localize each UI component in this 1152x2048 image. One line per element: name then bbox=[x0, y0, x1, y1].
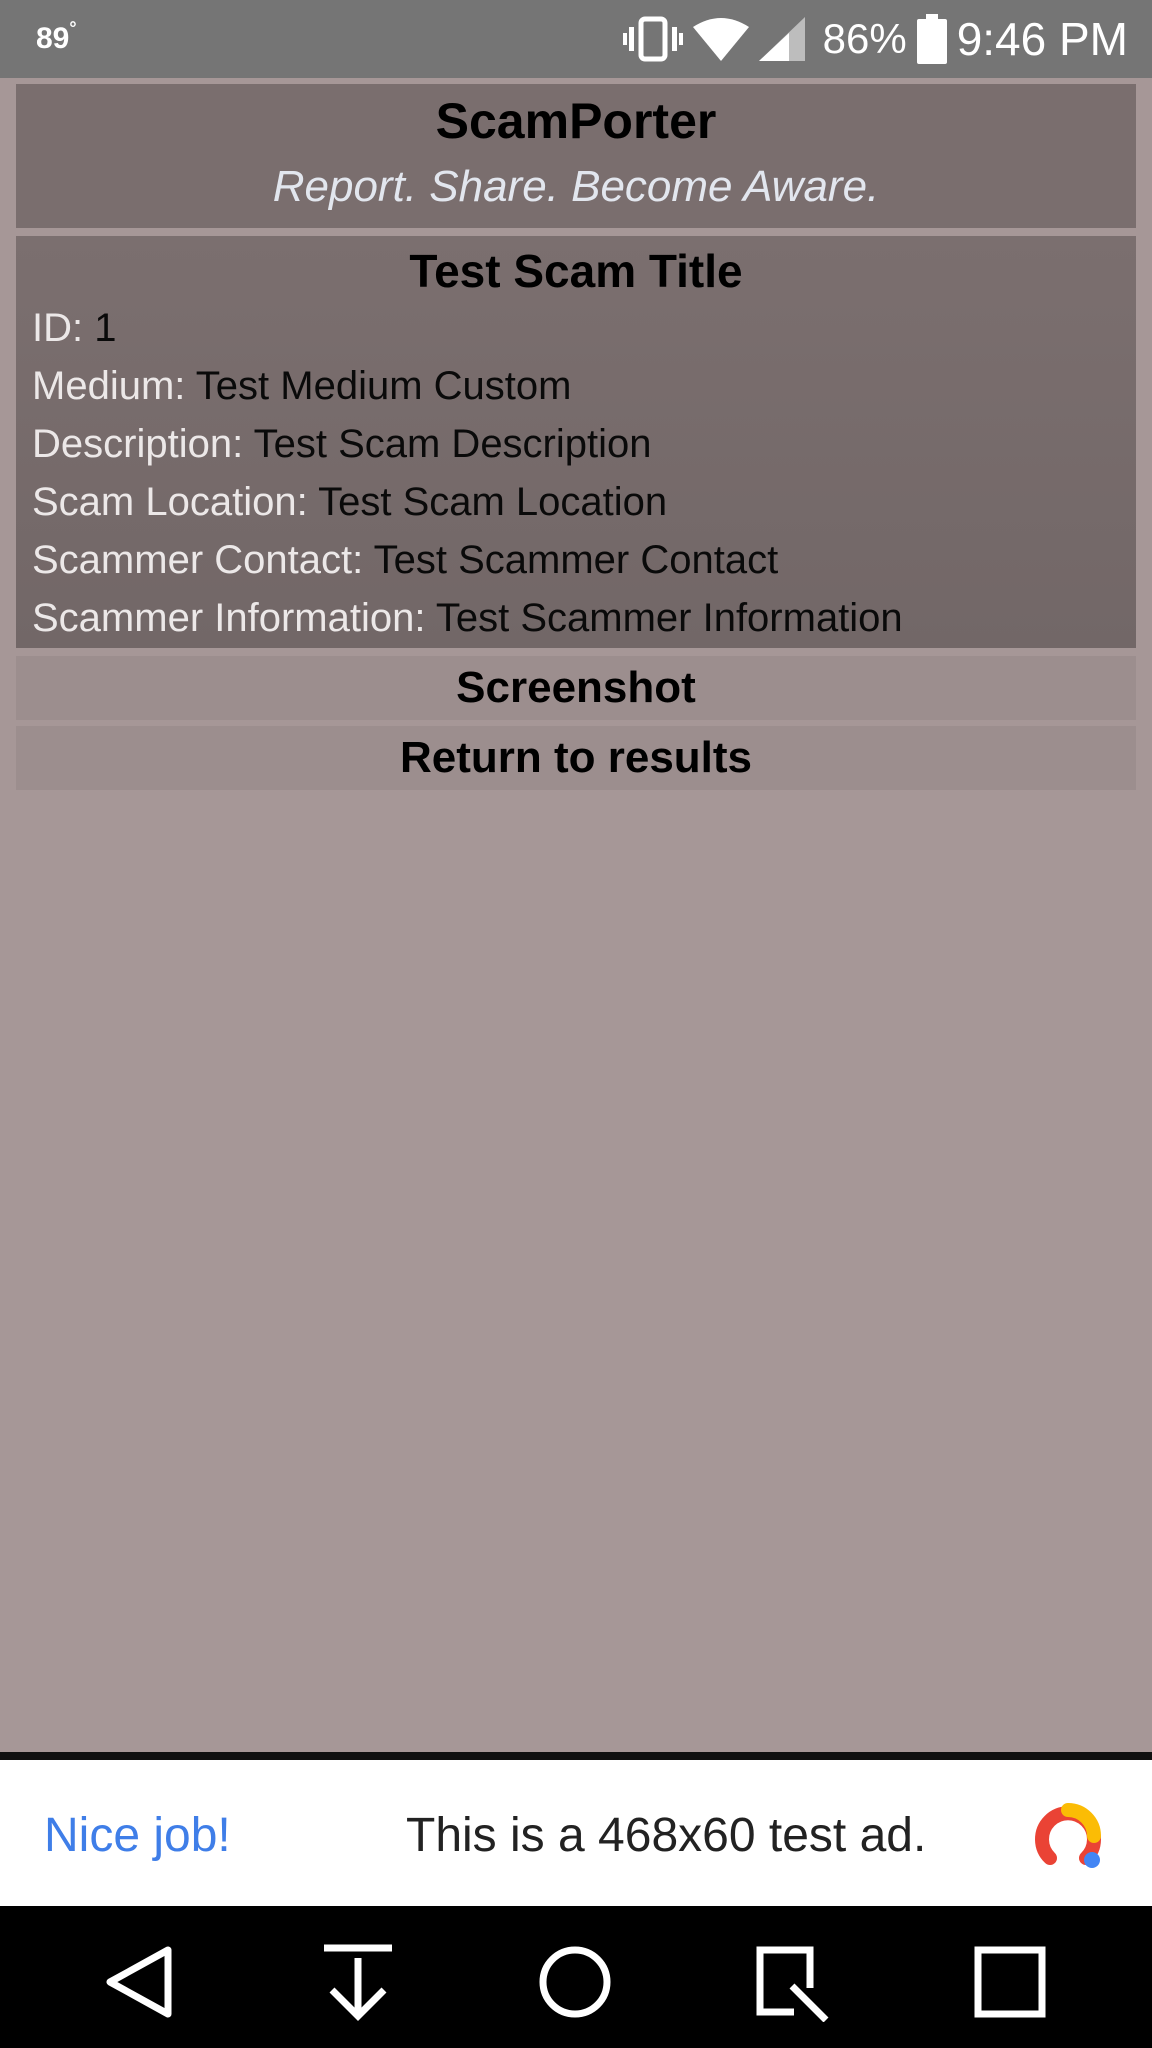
ad-banner[interactable]: Nice job! This is a 468x60 test ad. bbox=[0, 1760, 1152, 1906]
temperature-unit: ° bbox=[69, 18, 77, 38]
back-icon[interactable] bbox=[102, 1942, 182, 2022]
navigation-bar bbox=[0, 1906, 1152, 2048]
detail-label: Description: bbox=[32, 422, 244, 466]
detail-row-location: Scam Location: Test Scam Location bbox=[32, 480, 667, 525]
detail-label: ID: bbox=[32, 306, 84, 350]
detail-value: Test Scam Location bbox=[318, 480, 668, 524]
scam-details-panel: Test Scam Title ID: 1 Medium: Test Mediu… bbox=[16, 236, 1136, 648]
temperature-value: 89 bbox=[36, 22, 70, 55]
detail-value: Test Scam Description bbox=[253, 422, 652, 466]
detail-row-contact: Scammer Contact: Test Scammer Contact bbox=[32, 538, 778, 583]
scam-title: Test Scam Title bbox=[409, 245, 743, 297]
detail-label: Scammer Information: bbox=[32, 596, 426, 640]
battery-percent: 86% bbox=[822, 15, 907, 62]
detail-value: Test Scammer Contact bbox=[373, 538, 779, 582]
ad-text[interactable]: This is a 468x60 test ad. bbox=[406, 1808, 926, 1863]
detail-value: 1 bbox=[94, 306, 117, 350]
download-icon[interactable] bbox=[318, 1942, 398, 2022]
detail-row-medium: Medium: Test Medium Custom bbox=[32, 364, 571, 409]
status-bar: 89° 86% 9:46 PM bbox=[0, 0, 1152, 78]
detail-row-information: Scammer Information: Test Scammer Inform… bbox=[32, 596, 903, 641]
detail-row-id: ID: 1 bbox=[32, 306, 117, 351]
ad-nice-text[interactable]: Nice job! bbox=[44, 1808, 231, 1863]
status-clock: 9:46 PM bbox=[956, 13, 1128, 65]
ad-divider bbox=[0, 1752, 1152, 1760]
cell-signal-icon bbox=[758, 17, 805, 61]
return-to-results-button[interactable]: Return to results bbox=[16, 726, 1136, 790]
home-icon[interactable] bbox=[535, 1942, 615, 2022]
app-title: ScamPorter bbox=[435, 93, 717, 149]
detail-row-description: Description: Test Scam Description bbox=[32, 422, 652, 467]
search-icon[interactable] bbox=[752, 1942, 832, 2023]
status-icons: 86% 9:46 PM bbox=[622, 0, 1128, 78]
detail-label: Scam Location: bbox=[32, 480, 308, 524]
vibrate-icon bbox=[622, 15, 683, 63]
detail-value: Test Medium Custom bbox=[195, 364, 572, 408]
battery-icon bbox=[916, 14, 947, 64]
adsense-logo-icon[interactable] bbox=[1028, 1796, 1108, 1876]
recents-icon[interactable] bbox=[970, 1942, 1050, 2022]
detail-label: Scammer Contact: bbox=[32, 538, 364, 582]
screenshot-button[interactable]: Screenshot bbox=[16, 656, 1136, 720]
detail-value: Test Scammer Information bbox=[435, 596, 903, 640]
app-tagline: Report. Share. Become Aware. bbox=[272, 162, 880, 211]
wifi-icon bbox=[692, 17, 749, 61]
detail-label: Medium: bbox=[32, 364, 186, 408]
app-header: ScamPorter Report. Share. Become Aware. bbox=[16, 84, 1136, 228]
status-temperature: 89° bbox=[36, 18, 77, 56]
